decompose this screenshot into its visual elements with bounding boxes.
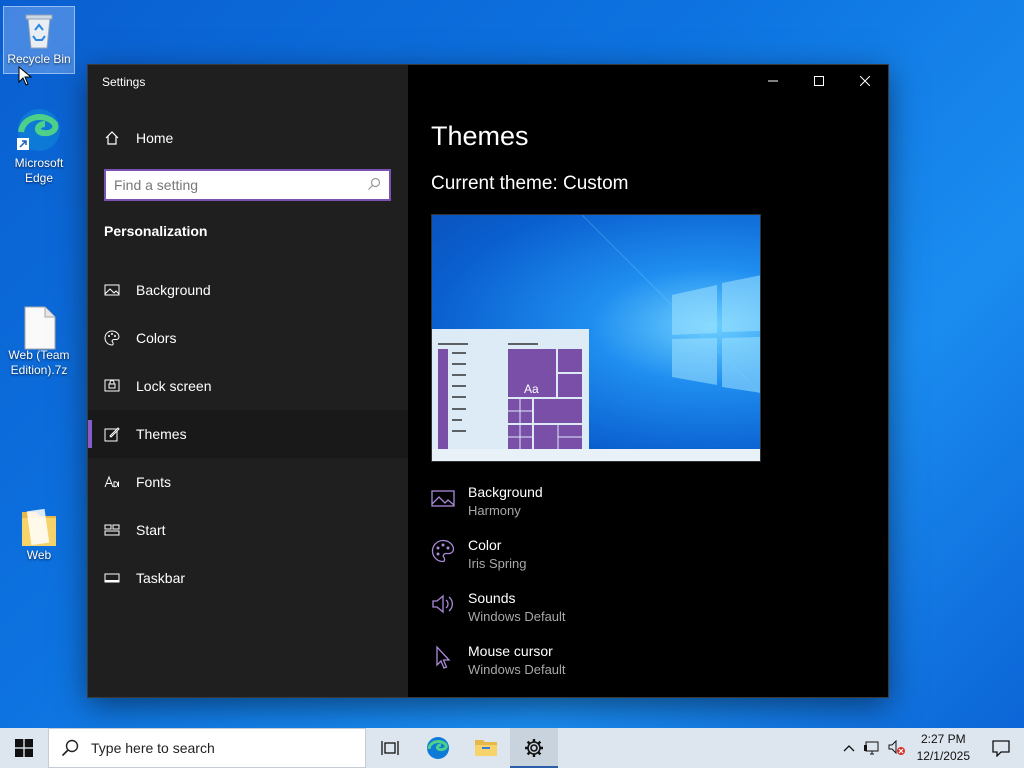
network-icon: [863, 741, 879, 755]
system-tray: 2:27 PM 12/1/2025: [837, 728, 1024, 768]
taskbar-settings-button[interactable]: [510, 728, 558, 768]
file-icon: [19, 306, 59, 350]
theme-item-sounds[interactable]: Sounds Windows Default: [431, 589, 761, 642]
taskbar-search-box[interactable]: Type here to search: [48, 728, 366, 768]
recycle-bin-icon: [19, 10, 59, 50]
speaker-icon: [431, 592, 455, 616]
picture-icon: [431, 486, 455, 510]
theme-item-value: Windows Default: [468, 609, 566, 624]
mouse-cursor: [18, 65, 33, 91]
network-button[interactable]: [861, 728, 885, 768]
theme-preview: Aa: [431, 214, 761, 462]
sidebar-item-fonts[interactable]: Fonts: [88, 458, 408, 506]
clock-date: 12/1/2025: [916, 749, 970, 763]
window-controls: [750, 65, 888, 97]
search-icon: [61, 739, 79, 757]
settings-nav: Background Colors Lock screen Themes Fon…: [88, 266, 408, 602]
sidebar-item-taskbar[interactable]: Taskbar: [88, 554, 408, 602]
settings-window: Settings Home Personalization Background: [88, 65, 888, 697]
theme-item-name: Sounds: [468, 590, 516, 606]
clock-time: 2:27 PM: [920, 732, 966, 746]
sidebar-item-lock-screen[interactable]: Lock screen: [88, 362, 408, 410]
task-view-button[interactable]: [366, 728, 414, 768]
gear-icon: [525, 739, 543, 757]
edge-icon: [15, 106, 63, 154]
desktop-icon-label: Web (Team Edition).7z: [8, 348, 70, 377]
sidebar-item-label: Background: [136, 282, 211, 298]
sidebar-item-label: Fonts: [136, 474, 172, 490]
sidebar-item-label: Colors: [136, 330, 177, 346]
picture-icon: [104, 282, 120, 298]
home-label: Home: [136, 130, 174, 146]
theme-item-color[interactable]: Color Iris Spring: [431, 536, 761, 589]
sidebar-item-start[interactable]: Start: [88, 506, 408, 554]
sidebar-item-colors[interactable]: Colors: [88, 314, 408, 362]
desktop-icon-label: Recycle Bin: [7, 52, 71, 66]
action-center-button[interactable]: [978, 728, 1024, 768]
find-setting-search[interactable]: [104, 169, 391, 201]
sidebar-item-background[interactable]: Background: [88, 266, 408, 314]
taskbar-file-explorer-button[interactable]: [462, 728, 510, 768]
edge-icon: [427, 737, 449, 759]
volume-muted-icon: [888, 740, 905, 755]
window-title: Settings: [102, 75, 146, 89]
theme-item-name: Background: [468, 484, 543, 500]
taskbar-icon: [104, 570, 120, 586]
sidebar-item-label: Start: [136, 522, 166, 538]
section-title: Personalization: [104, 223, 208, 239]
desktop-icon-recycle-bin[interactable]: Recycle Bin: [3, 6, 75, 74]
start-button[interactable]: [0, 728, 48, 768]
taskbar-edge-button[interactable]: [414, 728, 462, 768]
palette-icon: [431, 539, 455, 563]
preview-window: Aa: [432, 329, 589, 451]
folder-icon: [19, 506, 59, 546]
current-theme-heading: Current theme: Custom: [431, 173, 629, 194]
cursor-icon: [431, 645, 455, 669]
search-icon[interactable]: [367, 177, 381, 194]
lock-screen-icon: [104, 378, 120, 394]
fonts-icon: [104, 474, 120, 490]
chevron-up-icon: [843, 745, 855, 752]
desktop-icon-7z-file[interactable]: Web (Team Edition).7z: [3, 306, 75, 378]
windows-icon: [15, 739, 33, 757]
preview-start-menu: [438, 343, 582, 451]
clock[interactable]: 2:27 PM 12/1/2025: [909, 731, 978, 765]
home-link[interactable]: Home: [104, 127, 173, 149]
theme-item-background[interactable]: Background Harmony: [431, 483, 761, 536]
notification-icon: [992, 740, 1010, 757]
sidebar-item-label: Themes: [136, 426, 187, 442]
theme-item-value: Windows Default: [468, 662, 566, 677]
desktop-icon-label: Web: [26, 548, 52, 562]
theme-item-value: Iris Spring: [468, 556, 527, 571]
sidebar-item-label: Taskbar: [136, 570, 186, 586]
start-icon: [104, 522, 120, 538]
home-icon: [104, 130, 120, 146]
brush-icon: [104, 426, 120, 442]
theme-item-mouse-cursor[interactable]: Mouse cursor Windows Default: [431, 642, 761, 695]
theme-item-value: Harmony: [468, 503, 521, 518]
preview-taskbar: [432, 449, 760, 461]
desktop-icon-web-folder[interactable]: Web: [3, 506, 75, 563]
sidebar-item-label: Lock screen: [136, 378, 212, 394]
task-view-icon: [381, 741, 399, 755]
minimize-button[interactable]: [750, 65, 796, 97]
volume-button[interactable]: [885, 728, 909, 768]
show-hidden-icons-button[interactable]: [837, 728, 861, 768]
settings-sidebar: Settings Home Personalization Background: [88, 65, 408, 697]
taskbar: Type here to search 2:27 PM 12/1/2025: [0, 728, 1024, 768]
maximize-button[interactable]: [796, 65, 842, 97]
theme-item-name: Color: [468, 537, 502, 553]
desktop-icon-edge[interactable]: Microsoft Edge: [3, 106, 75, 186]
palette-icon: [104, 330, 120, 346]
theme-item-name: Mouse cursor: [468, 643, 553, 659]
theme-settings-list: Background Harmony Color Iris Spring Sou…: [431, 483, 761, 695]
search-input[interactable]: [114, 177, 367, 193]
taskbar-search-placeholder: Type here to search: [91, 740, 215, 756]
desktop-icon-label: Microsoft Edge: [14, 156, 64, 185]
folder-icon: [475, 740, 497, 756]
page-title: Themes: [431, 121, 529, 151]
preview-tile-label: Aa: [524, 382, 539, 396]
sidebar-item-themes[interactable]: Themes: [88, 410, 408, 458]
close-button[interactable]: [842, 65, 888, 97]
